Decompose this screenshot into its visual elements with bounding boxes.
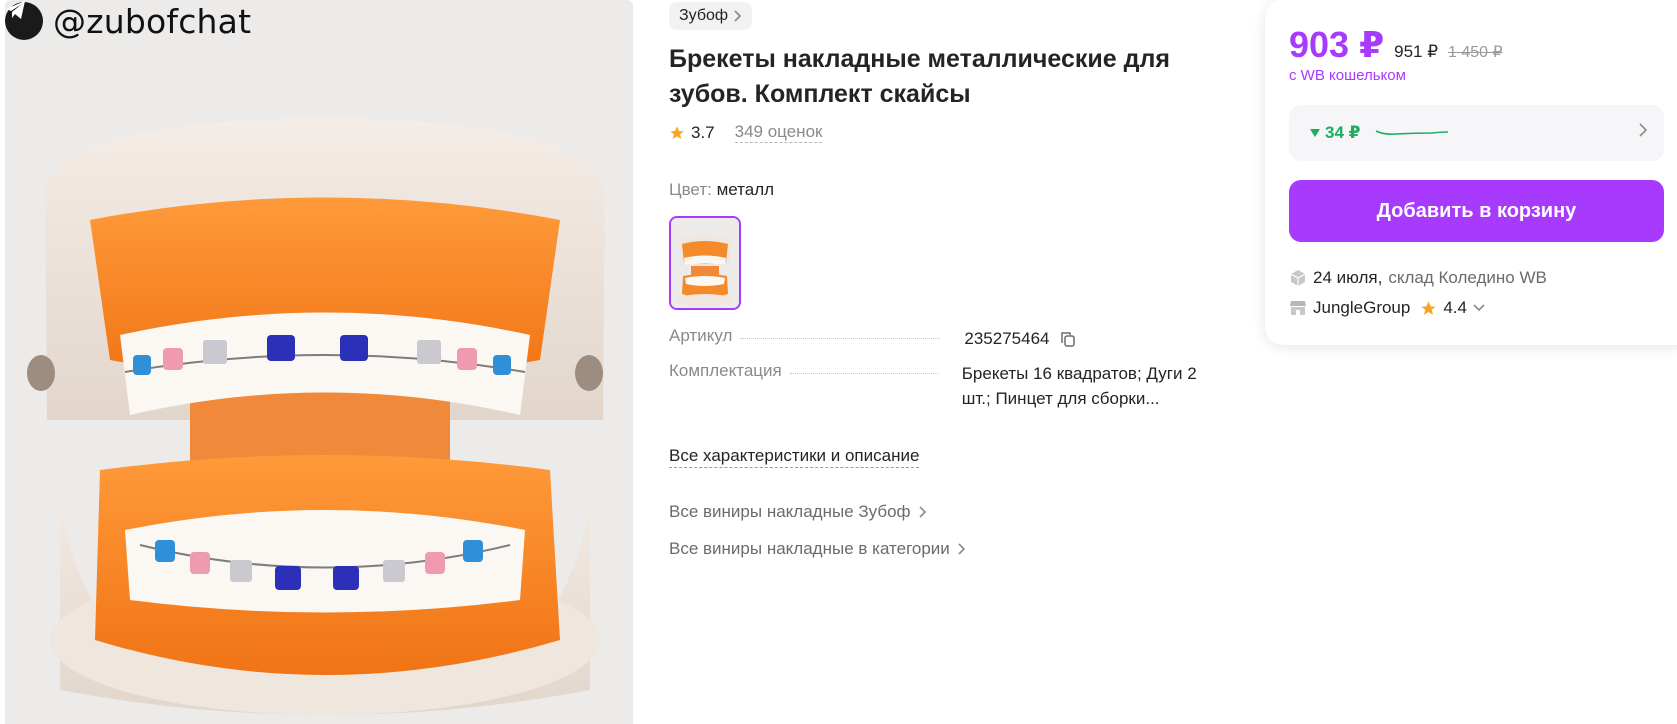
product-title: Брекеты накладные металлические для зубо…	[669, 45, 1170, 108]
shop-icon	[1290, 301, 1306, 315]
current-price: 903 ₽	[1289, 24, 1385, 65]
add-to-cart-button[interactable]: Добавить в корзину	[1289, 180, 1664, 242]
color-row: Цвет: металл	[669, 180, 774, 200]
telegram-watermark: @zubofchat	[5, 0, 251, 42]
category-link[interactable]: Все виниры накладные в категории	[669, 539, 966, 559]
chevron-right-icon	[958, 543, 965, 555]
price-card: 903 ₽ 951 ₽ 1 450 ₽ с WB кошельком 34 ₽ …	[1265, 0, 1677, 345]
warehouse: склад Коледино WB	[1388, 268, 1547, 287]
star-icon	[1421, 300, 1436, 315]
chevron-right-icon	[1639, 123, 1648, 137]
brand-category-label: Все виниры накладные Зубоф	[669, 502, 911, 521]
delivery-row: 24 июля, склад Коледино WB	[1289, 268, 1547, 288]
all-specs-link[interactable]: Все характеристики и описание	[669, 445, 920, 468]
watermark-handle: @zubofchat	[53, 1, 252, 41]
chevron-down-icon	[1473, 304, 1485, 312]
price-drop-value: 34 ₽	[1325, 123, 1361, 142]
spec-dots	[789, 361, 938, 374]
article-number: 235275464	[964, 329, 1050, 348]
spec-label: Комплектация	[669, 361, 782, 380]
star-icon	[670, 125, 684, 139]
chevron-right-icon	[918, 506, 926, 518]
spec-dots	[740, 326, 941, 339]
color-label: Цвет:	[669, 180, 712, 199]
box-icon	[1290, 270, 1306, 286]
price-history-box[interactable]: 34 ₽	[1289, 105, 1664, 161]
rating-value: 3.7	[691, 122, 715, 142]
color-variant-thumbnail[interactable]	[669, 216, 741, 310]
color-value: металл	[716, 180, 775, 199]
price-trend-sparkline	[1376, 130, 1449, 135]
teeth-model-illustration	[27, 118, 605, 715]
triangle-down-icon	[1310, 129, 1320, 137]
brand-name: Зубоф	[679, 7, 729, 24]
regular-price: 951 ₽	[1394, 42, 1439, 61]
seller-name: JungleGroup	[1313, 298, 1411, 317]
reviews-link[interactable]: 349 оценок	[734, 122, 823, 143]
old-price: 1 450 ₽	[1448, 44, 1503, 61]
spec-value-kit: Брекеты 16 квадратов; Дуги 2 шт.; Пинцет…	[961, 364, 1197, 408]
brand-chip[interactable]: Зубоф	[669, 2, 753, 30]
product-image[interactable]: @zubofchat	[5, 0, 633, 724]
chevron-right-icon	[734, 10, 742, 22]
spec-value-article: 235275464	[964, 326, 1076, 351]
copy-icon[interactable]	[1060, 331, 1076, 347]
telegram-icon	[5, 1, 43, 40]
rating-row: 3.7 349 оценок	[669, 122, 823, 143]
seller-row[interactable]: JungleGroup 4.4	[1289, 298, 1485, 318]
spec-row-kit: Комплектация Брекеты 16 квадратов; Дуги …	[669, 361, 1202, 411]
spec-row-article: Артикул 235275464	[669, 326, 1076, 351]
price-drop: 34 ₽	[1309, 123, 1360, 143]
wallet-note[interactable]: с WB кошельком	[1289, 67, 1406, 84]
price-row: 903 ₽ 951 ₽ 1 450 ₽	[1289, 24, 1503, 66]
category-label: Все виниры накладные в категории	[669, 539, 950, 558]
spec-label: Артикул	[669, 326, 733, 345]
delivery-date: 24 июля,	[1313, 268, 1383, 287]
thumbnail-illustration	[671, 218, 739, 308]
seller-rating: 4.4	[1443, 298, 1467, 317]
brand-category-link[interactable]: Все виниры накладные Зубоф	[669, 502, 927, 522]
